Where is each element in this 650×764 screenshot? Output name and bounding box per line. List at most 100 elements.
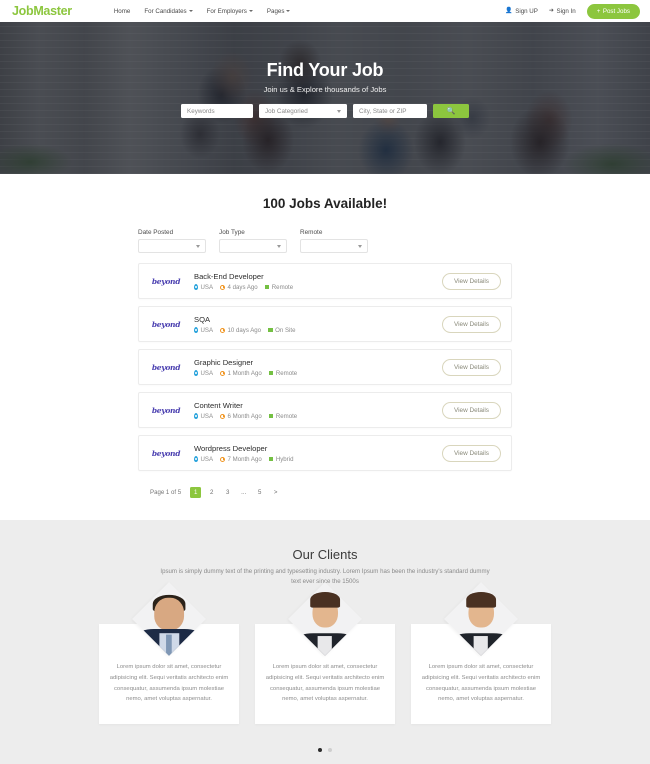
job-info: Wordpress Developer USA 7 Month Ago Hybr… (194, 444, 442, 463)
filter-date-posted: Date Posted (138, 229, 206, 253)
job-posted-label: 4 days Ago (227, 283, 258, 291)
plus-icon: + (596, 7, 601, 15)
nav-item-label: For Candidates (144, 7, 187, 15)
avatar (444, 581, 518, 656)
nav-item-for-candidates[interactable]: For Candidates (144, 7, 193, 15)
page-ellipsis: ... (238, 487, 249, 498)
view-details-button[interactable]: View Details (441, 272, 501, 290)
job-filters: Date Posted Job Type Remote (0, 229, 650, 253)
job-location: USA (194, 456, 213, 463)
location-placeholder: City, State or ZIP (359, 107, 407, 115)
chevron-down-icon (248, 10, 253, 12)
job-mode-label: Remote (275, 412, 298, 420)
jobs-heading: 100 Jobs Available! (262, 196, 388, 211)
nav-item-label: Pages (266, 7, 285, 15)
job-card[interactable]: beyond SQA USA 10 days Ago On Site View … (138, 306, 512, 342)
page-button-2[interactable]: 2 (206, 487, 217, 498)
post-jobs-button[interactable]: + Post Jobs (586, 3, 640, 19)
job-card[interactable]: beyond Content Writer USA 6 Month Ago Re… (138, 392, 512, 428)
job-info: Back-End Developer USA 4 days Ago Remote (194, 272, 442, 291)
nav-item-label: For Employers (206, 7, 247, 15)
testimonial-carousel: Lorem ipsum dolor sit amet, consectetur … (0, 581, 650, 724)
job-category-value: Job Categoried (265, 107, 308, 115)
job-mode: Remote (264, 283, 294, 291)
login-arrow-icon: ➜ (548, 8, 554, 14)
testimonial-card: Lorem ipsum dolor sit amet, consectetur … (411, 581, 551, 724)
keywords-input[interactable]: Keywords (181, 104, 253, 118)
sign-in-link[interactable]: ➜ Sign In (549, 8, 576, 15)
job-card[interactable]: beyond Back-End Developer USA 4 days Ago… (138, 263, 512, 299)
location-pin-icon (194, 456, 198, 462)
job-title[interactable]: Wordpress Developer (194, 444, 442, 453)
post-jobs-label: Post Jobs (602, 7, 630, 15)
job-title[interactable]: Content Writer (194, 401, 442, 410)
chevron-down-icon (196, 244, 200, 248)
user-icon: 👤 (505, 8, 513, 14)
brand-logo[interactable]: JobMaster (12, 4, 72, 18)
job-posted-label: 1 Month Ago (227, 369, 262, 377)
job-mode-label: Remote (275, 369, 298, 377)
job-title[interactable]: Back-End Developer (194, 272, 442, 281)
job-mode-label: Hybrid (275, 455, 294, 463)
job-card[interactable]: beyond Graphic Designer USA 1 Month Ago … (138, 349, 512, 385)
remote-select[interactable] (300, 239, 368, 253)
briefcase-square-icon (268, 370, 274, 376)
testimonial-card: Lorem ipsum dolor sit amet, consectetur … (255, 581, 395, 724)
jobs-section: 100 Jobs Available! Date Posted Job Type… (0, 174, 650, 520)
main-navigation: Home For Candidates For Employers Pages (114, 8, 291, 15)
job-category-select[interactable]: Job Categoried (259, 104, 347, 118)
pagination: Page 1 of 5 1 2 3 ... 5 > (0, 487, 650, 520)
page-next-button[interactable]: > (270, 487, 281, 498)
sign-up-link[interactable]: 👤 Sign UP (505, 8, 538, 15)
clock-icon (220, 284, 226, 290)
filter-label: Date Posted (138, 229, 174, 236)
job-title[interactable]: SQA (194, 315, 442, 324)
hero-banner: Find Your Job Join us & Explore thousand… (0, 22, 650, 174)
view-details-button[interactable]: View Details (441, 401, 501, 419)
briefcase-square-icon (268, 413, 274, 419)
page-button-5[interactable]: 5 (254, 487, 265, 498)
clients-section: Our Clients Ipsum is simply dummy text o… (0, 520, 650, 764)
date-posted-select[interactable] (138, 239, 206, 253)
clock-icon (220, 327, 226, 333)
job-location: USA (194, 413, 213, 420)
chevron-down-icon (337, 109, 341, 113)
job-location-label: USA (200, 326, 214, 334)
job-posted: 4 days Ago (220, 284, 258, 291)
carousel-dot-2[interactable] (328, 748, 332, 752)
job-type-select[interactable] (219, 239, 287, 253)
page-button-1[interactable]: 1 (190, 487, 202, 498)
job-meta: USA 6 Month Ago Remote (194, 413, 442, 420)
carousel-dot-1[interactable] (318, 748, 322, 752)
job-mode: Remote (268, 369, 298, 377)
job-posted: 10 days Ago (220, 327, 261, 334)
nav-item-pages[interactable]: Pages (267, 8, 291, 15)
job-location-label: USA (200, 412, 214, 420)
view-details-button[interactable]: View Details (441, 358, 501, 376)
view-details-button[interactable]: View Details (441, 444, 501, 462)
page-info: Page 1 of 5 (150, 489, 182, 496)
job-card[interactable]: beyond Wordpress Developer USA 7 Month A… (138, 435, 512, 471)
nav-item-for-employers[interactable]: For Employers (207, 8, 253, 15)
company-logo: beyond (151, 276, 181, 286)
testimonial-text: Lorem ipsum dolor sit amet, consectetur … (109, 663, 229, 703)
job-posted: 6 Month Ago (220, 413, 262, 420)
location-input[interactable]: City, State or ZIP (353, 104, 427, 118)
testimonial-card: Lorem ipsum dolor sit amet, consectetur … (99, 581, 239, 724)
page-button-3[interactable]: 3 (222, 487, 233, 498)
view-details-button[interactable]: View Details (441, 315, 501, 333)
avatar (132, 581, 206, 656)
job-title[interactable]: Graphic Designer (194, 358, 442, 367)
job-mode-label: Remote (271, 283, 294, 291)
job-location: USA (194, 327, 213, 334)
clock-icon (220, 456, 226, 462)
chevron-down-icon (358, 244, 362, 248)
account-actions: 👤 Sign UP ➜ Sign In + Post Jobs (505, 3, 640, 19)
filter-remote: Remote (300, 229, 368, 253)
briefcase-square-icon (268, 327, 273, 333)
search-icon: 🔍 (446, 108, 456, 115)
nav-item-home[interactable]: Home (114, 8, 131, 15)
search-button[interactable]: 🔍 (433, 104, 469, 118)
job-search-form: Keywords Job Categoried City, State or Z… (0, 104, 650, 118)
hero-content: Find Your Job Join us & Explore thousand… (0, 22, 650, 118)
